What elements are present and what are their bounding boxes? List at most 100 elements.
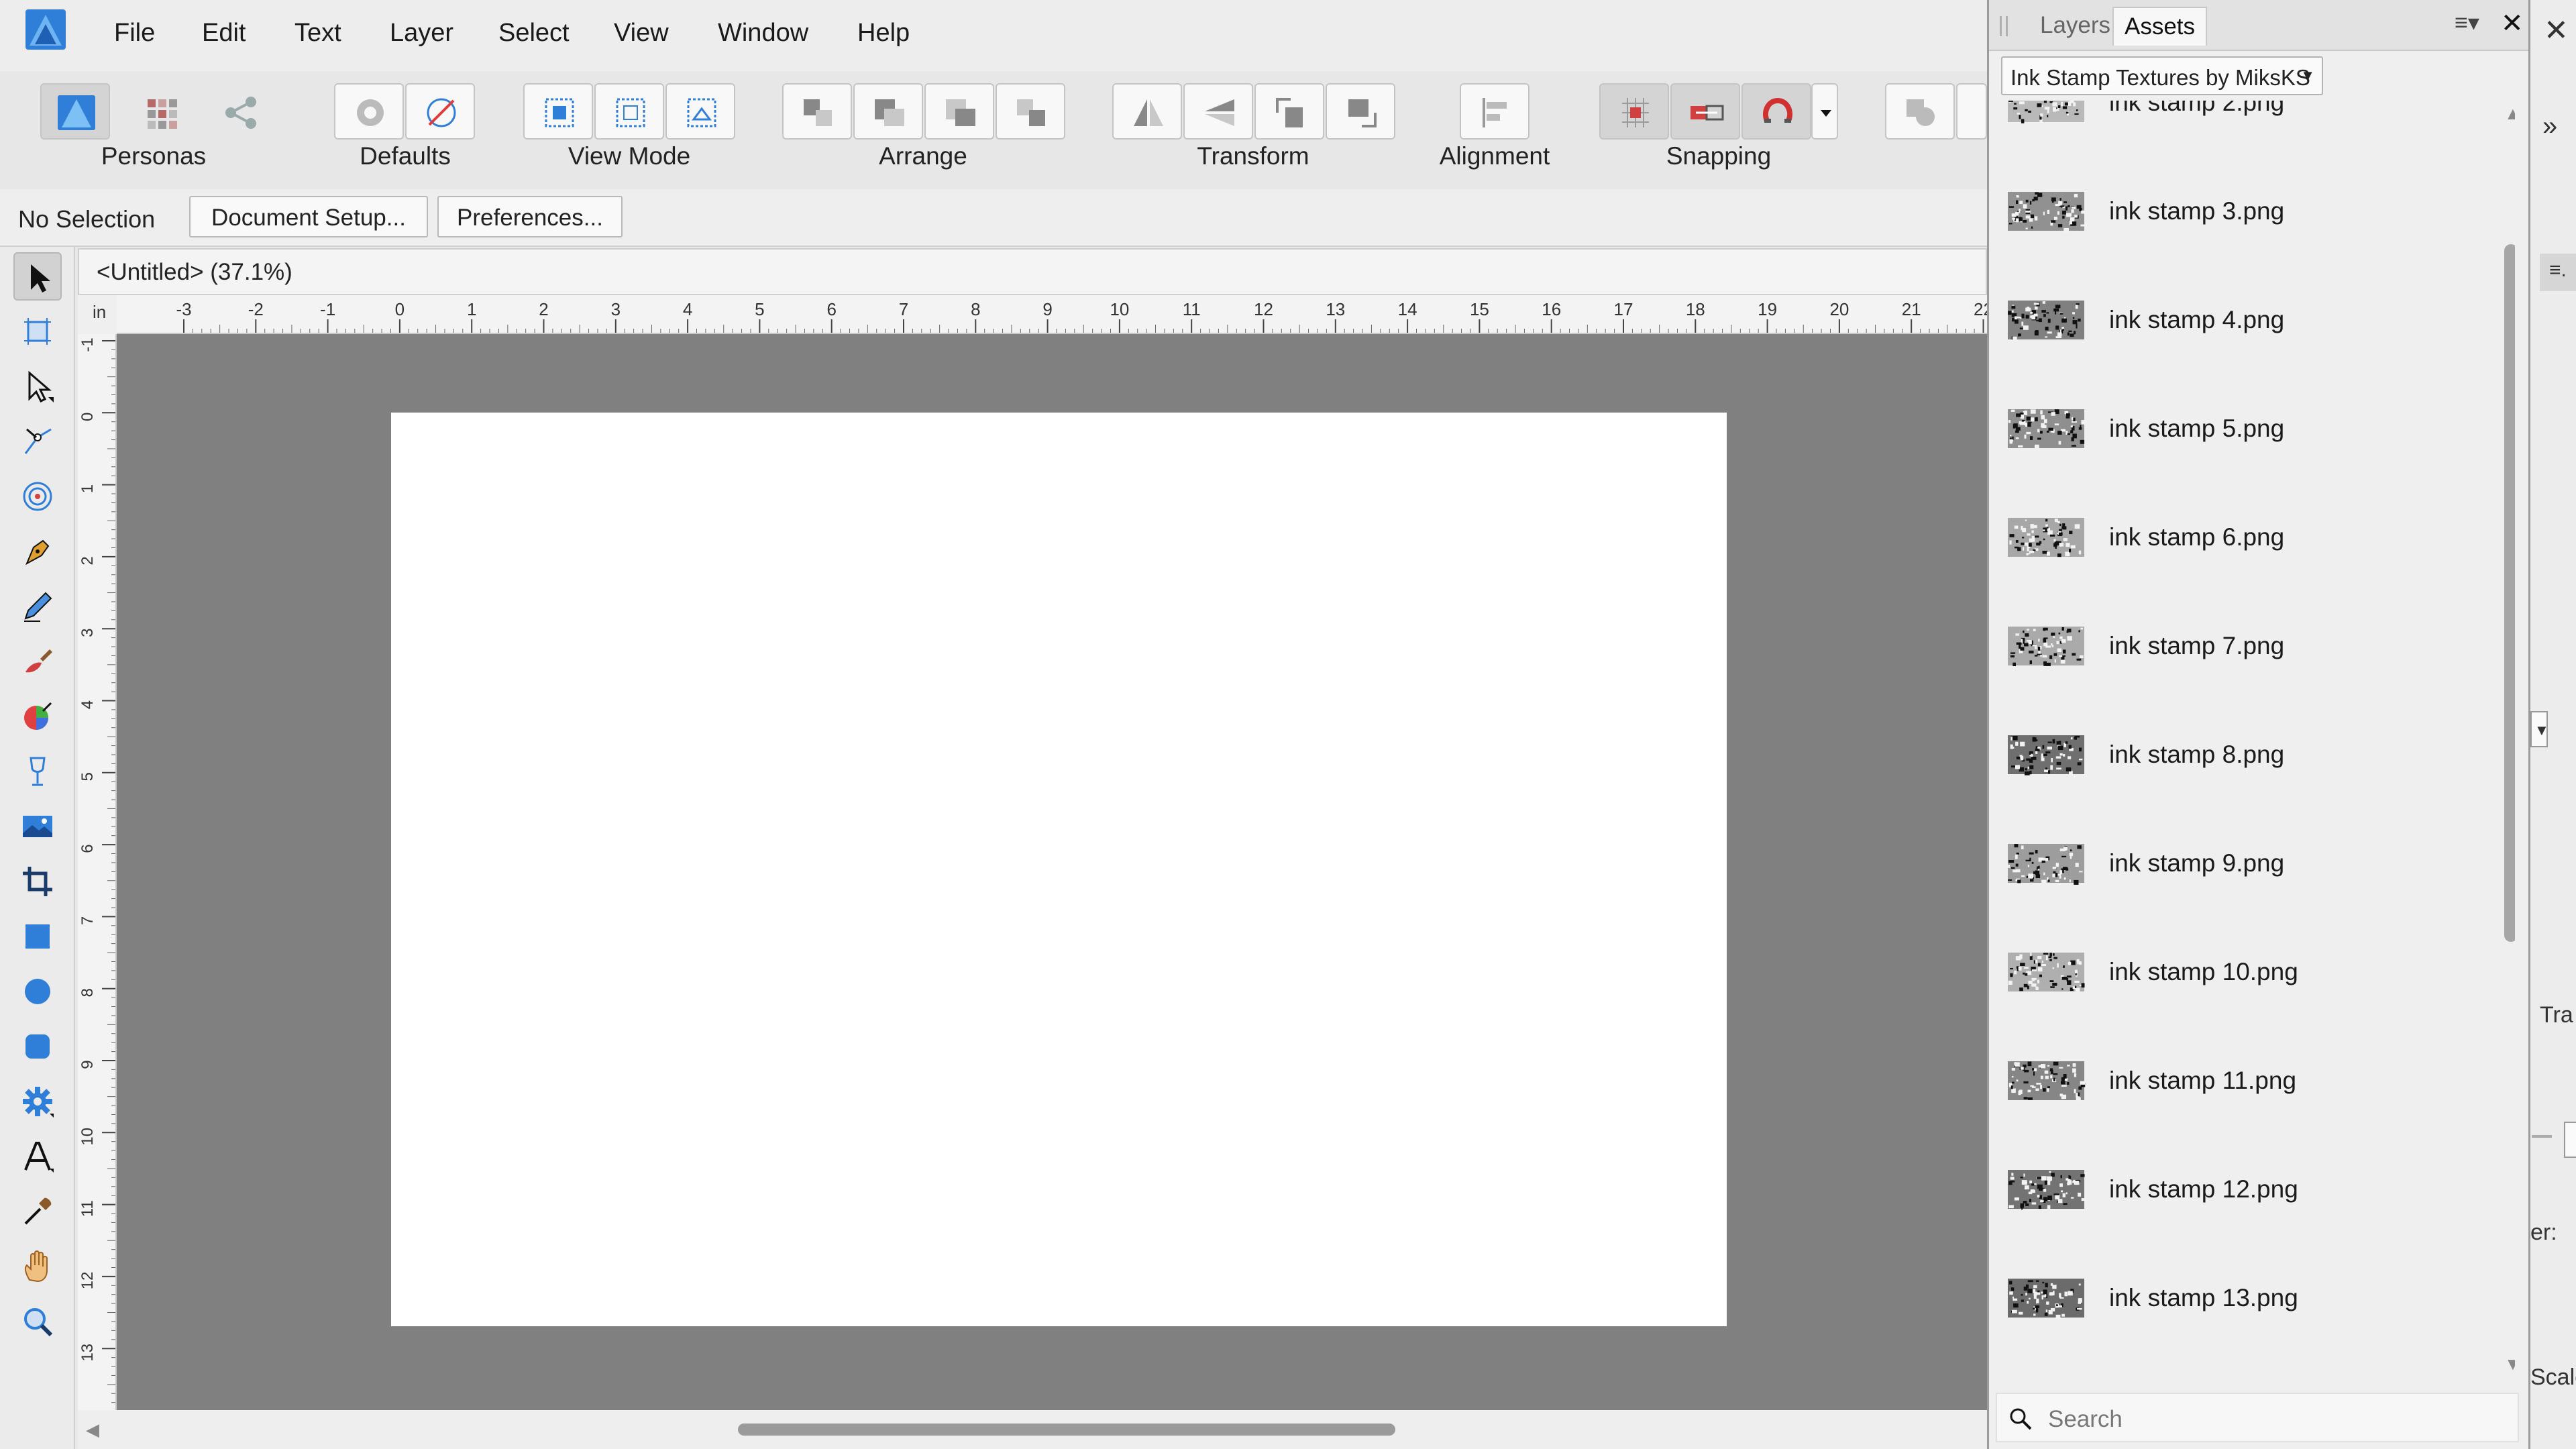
menu-view[interactable]: View	[614, 19, 669, 48]
horizontal-scroll-thumb[interactable]	[738, 1424, 1395, 1436]
color-picker-tool[interactable]	[13, 1187, 62, 1236]
dock-slider[interactable]	[2532, 1135, 2552, 1138]
dock-tab-fragment[interactable]: Tra	[2540, 1002, 2573, 1028]
scroll-down-icon[interactable]: ▼	[2504, 1354, 2515, 1375]
ink-stamp-thumbnail	[2008, 735, 2084, 775]
panel-menu-icon[interactable]: ≡▾	[2455, 9, 2479, 36]
expand-toolbar-icon[interactable]: »	[2542, 111, 2557, 142]
asset-item[interactable]: ink stamp 7.png	[1993, 592, 2503, 700]
menu-window[interactable]: Window	[718, 19, 808, 48]
menu-file[interactable]: File	[114, 19, 155, 48]
tab-assets[interactable]: Assets	[2112, 7, 2208, 46]
crop-tool[interactable]	[13, 857, 62, 906]
asset-item[interactable]: ink stamp 4.png	[1993, 266, 2503, 374]
rotate-left-button[interactable]	[1254, 83, 1324, 140]
move-back-one-button[interactable]	[853, 83, 923, 140]
document-tab[interactable]: <Untitled> (37.1%)	[78, 248, 1987, 295]
panel-grip[interactable]	[2000, 16, 2008, 36]
canvas[interactable]	[117, 334, 1987, 1410]
pencil-tool[interactable]	[13, 582, 62, 631]
asset-item[interactable]: ink stamp 13.png	[1993, 1244, 2503, 1352]
shape-tool[interactable]	[13, 1077, 62, 1126]
tab-layers[interactable]: Layers	[2029, 7, 2121, 46]
text-tool[interactable]	[13, 1132, 62, 1181]
view-mode-retina-button[interactable]	[665, 83, 735, 140]
asset-category-select[interactable]: Ink Stamp Textures by MiksKS ▼	[2001, 56, 2323, 95]
view-tool[interactable]	[13, 1242, 62, 1291]
revert-defaults-button[interactable]	[405, 83, 475, 140]
asset-item[interactable]: ink stamp 10.png	[1993, 918, 2503, 1026]
scroll-left-icon[interactable]: ◀	[86, 1419, 99, 1440]
move-to-back-button[interactable]	[782, 83, 852, 140]
artboard[interactable]	[391, 413, 1727, 1326]
asset-item[interactable]: ink stamp 2.png	[1993, 101, 2503, 157]
menu-help[interactable]: Help	[857, 19, 910, 48]
menu-text[interactable]: Text	[294, 19, 341, 48]
flip-horizontal-button[interactable]	[1112, 83, 1182, 140]
corner-tool[interactable]	[13, 417, 62, 466]
asset-name: ink stamp 9.png	[2109, 849, 2285, 877]
fill-tool[interactable]	[13, 692, 62, 741]
vector-brush-tool[interactable]	[13, 637, 62, 686]
affinity-designer-logo[interactable]	[25, 9, 66, 50]
boolean-add-icon	[1907, 99, 1935, 126]
menu-select[interactable]: Select	[498, 19, 570, 48]
snapping-dropdown-button[interactable]	[1811, 83, 1838, 140]
boolean-subtract-button[interactable]	[1956, 83, 1987, 140]
dock-label-fragment: er:	[2530, 1220, 2557, 1245]
move-forward-one-button[interactable]	[924, 83, 994, 140]
asset-scrollbar[interactable]: ▲ ▼	[2503, 101, 2515, 1382]
document-setup-button[interactable]: Document Setup...	[189, 196, 428, 237]
asset-item[interactable]: ink stamp 9.png	[1993, 809, 2503, 918]
sync-defaults-button[interactable]	[334, 83, 404, 140]
pixel-persona-button[interactable]	[126, 83, 196, 140]
menu-edit[interactable]: Edit	[202, 19, 246, 48]
panel-close-icon[interactable]: ✕	[2501, 8, 2524, 39]
designer-persona-button[interactable]	[40, 83, 110, 140]
pen-tool[interactable]	[13, 527, 62, 576]
move-to-front-button[interactable]	[996, 83, 1065, 140]
zoom-tool[interactable]	[13, 1297, 62, 1346]
asset-item[interactable]: ink stamp 6.png	[1993, 483, 2503, 592]
asset-scroll-thumb[interactable]	[2504, 244, 2515, 942]
close-window-icon[interactable]: ✕	[2544, 13, 2569, 48]
snapping-options-button[interactable]	[1670, 83, 1740, 140]
asset-item[interactable]: ink stamp 11.png	[1993, 1026, 2503, 1135]
flip-vertical-button[interactable]	[1183, 83, 1253, 140]
asset-item[interactable]: ink stamp 3.png	[1993, 157, 2503, 266]
snapping-toggle-button[interactable]	[1741, 83, 1811, 140]
node-tool[interactable]	[13, 362, 62, 411]
asset-search-input[interactable]: Search	[1996, 1393, 2519, 1442]
rotate-right-button[interactable]	[1326, 83, 1395, 140]
asset-item[interactable]: ink stamp 5.png	[1993, 374, 2503, 483]
artboard-tool[interactable]	[13, 307, 62, 356]
ink-stamp-thumbnail	[2008, 844, 2084, 885]
horizontal-ruler: -3 -2 -1 0 1 2 3 4 5 6 7 8 9 10 11 12 13 14 15 16 17 18 19 20 21…	[117, 295, 1987, 334]
pen-nib-icon	[25, 539, 50, 566]
ink-stamp-thumbnail	[2008, 409, 2086, 449]
view-mode-vector-button[interactable]	[523, 83, 593, 140]
place-image-tool[interactable]	[13, 802, 62, 851]
asset-item[interactable]: ink stamp 8.png	[1993, 700, 2503, 809]
boolean-add-button[interactable]	[1885, 83, 1955, 140]
dock-field[interactable]	[2564, 1122, 2576, 1158]
ellipse-tool[interactable]	[13, 967, 62, 1016]
view-mode-pixel-button[interactable]	[594, 83, 664, 140]
asset-item[interactable]: ink stamp 12.png	[1993, 1135, 2503, 1244]
snapping-grid-button[interactable]	[1599, 83, 1669, 140]
point-transform-tool[interactable]	[13, 472, 62, 521]
horizontal-scrollbar[interactable]: ◀	[78, 1410, 1987, 1449]
alignment-button[interactable]	[1460, 83, 1529, 140]
preferences-button[interactable]: Preferences...	[437, 196, 623, 237]
rounded-rectangle-tool[interactable]	[13, 1022, 62, 1071]
dock-dropdown[interactable]: ▼	[2530, 711, 2549, 747]
scroll-up-icon[interactable]: ▲	[2504, 103, 2515, 124]
export-persona-button[interactable]	[205, 83, 275, 140]
transparency-tool[interactable]	[13, 747, 62, 796]
dock-menu-icon[interactable]: ≡.	[2540, 254, 2576, 291]
menu-layer[interactable]: Layer	[390, 19, 453, 48]
alignment-label: Alignment	[1439, 142, 1550, 170]
move-tool[interactable]	[13, 252, 62, 301]
view-mode-label: View Mode	[568, 142, 691, 170]
rectangle-tool[interactable]	[13, 912, 62, 961]
